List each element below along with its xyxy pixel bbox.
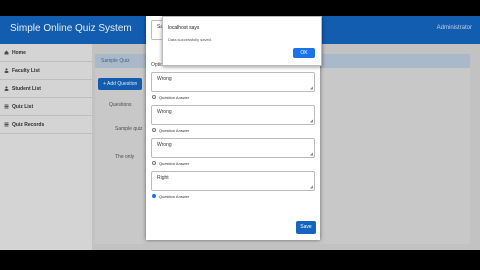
- save-button[interactable]: Save: [296, 221, 316, 234]
- resize-handle-icon[interactable]: ◢: [310, 184, 313, 189]
- alert-message: Data successfully saved.: [168, 37, 213, 42]
- option-value: Right: [157, 175, 169, 181]
- option-input-1[interactable]: Wrong ◢: [151, 72, 315, 92]
- radio-label: Question Answer: [159, 194, 190, 199]
- radio-label: Question Answer: [159, 161, 190, 166]
- browser-alert-dialog: localhost says Data successfully saved. …: [162, 16, 322, 66]
- option-input-2[interactable]: Wrong ◢: [151, 105, 315, 125]
- answer-radio-1[interactable]: [152, 95, 156, 99]
- radio-label: Question Answer: [159, 95, 190, 100]
- alert-title: localhost says: [168, 25, 200, 31]
- option-value: Wrong: [157, 76, 172, 82]
- answer-radio-4[interactable]: [152, 194, 156, 198]
- option-input-3[interactable]: Wrong ◢: [151, 138, 315, 158]
- resize-handle-icon[interactable]: ◢: [310, 118, 313, 123]
- option-value: Wrong: [157, 142, 172, 148]
- ok-button[interactable]: OK: [293, 48, 315, 58]
- resize-handle-icon[interactable]: ◢: [310, 85, 313, 90]
- resize-handle-icon[interactable]: ◢: [310, 151, 313, 156]
- answer-radio-3[interactable]: [152, 161, 156, 165]
- radio-label: Question Answer: [159, 128, 190, 133]
- option-value: Wrong: [157, 109, 172, 115]
- option-input-4[interactable]: Right ◢: [151, 171, 315, 191]
- answer-radio-2[interactable]: [152, 128, 156, 132]
